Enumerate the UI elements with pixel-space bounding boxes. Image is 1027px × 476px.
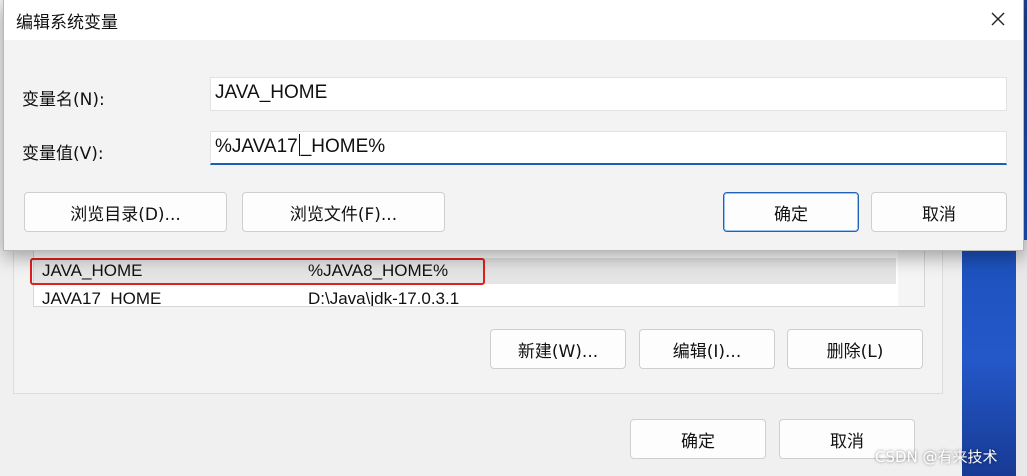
- text-caret: [298, 134, 300, 156]
- variable-name-text: JAVA_HOME: [215, 82, 328, 103]
- edit-system-variable-dialog: 编辑系统变量 变量名(N): JAVA_HOME 变量值(V): %JAVA17…: [3, 0, 1024, 251]
- browse-file-button[interactable]: 浏览文件(F)...: [242, 192, 445, 232]
- title-bar: 编辑系统变量: [4, 0, 1023, 40]
- list-item[interactable]: JAVA17_HOME D:\Java\jdk-17.0.3.1: [34, 286, 896, 307]
- variable-value: D:\Java\jdk-17.0.3.1: [308, 289, 460, 307]
- browse-directory-button[interactable]: 浏览目录(D)...: [24, 192, 227, 232]
- variable-value-text-after: _HOME%: [300, 136, 386, 157]
- new-variable-button[interactable]: 新建(W)...: [490, 329, 626, 369]
- variable-name-input[interactable]: JAVA_HOME: [210, 77, 1007, 111]
- watermark: CSDN @有来技术: [875, 448, 998, 466]
- close-icon: [991, 12, 1005, 26]
- variable-name: JAVA17_HOME: [42, 289, 162, 307]
- parent-ok-button[interactable]: 确定: [630, 419, 766, 459]
- highlight-annotation: [30, 258, 485, 285]
- desktop-scrollbar[interactable]: [1016, 240, 1027, 476]
- variable-name-label: 变量名(N):: [22, 90, 105, 110]
- edit-variable-button[interactable]: 编辑(I)...: [639, 329, 775, 369]
- variable-value-input[interactable]: %JAVA17 _HOME%: [210, 131, 1007, 165]
- close-button[interactable]: [981, 4, 1015, 34]
- ok-button[interactable]: 确定: [723, 192, 859, 232]
- variable-value-text-before: %JAVA17: [215, 136, 298, 157]
- variable-value-label: 变量值(V):: [22, 144, 104, 164]
- cancel-button[interactable]: 取消: [871, 192, 1007, 232]
- delete-variable-button[interactable]: 删除(L): [787, 329, 923, 369]
- dialog-title: 编辑系统变量: [16, 13, 118, 33]
